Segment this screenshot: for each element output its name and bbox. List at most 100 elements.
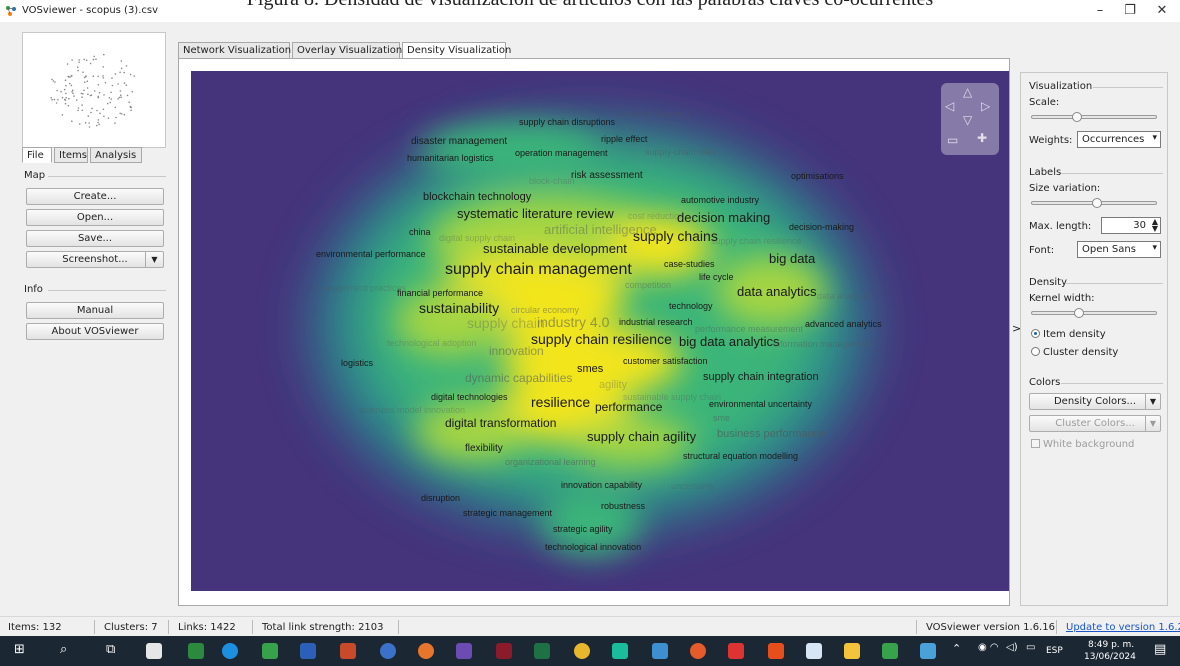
app-icon[interactable] xyxy=(652,643,668,659)
keyword-label[interactable]: disaster management xyxy=(411,137,507,147)
keyword-label[interactable]: automotive industry xyxy=(681,196,759,205)
language-indicator[interactable]: ESP xyxy=(1046,646,1063,656)
keyword-label[interactable]: environmental uncertainty xyxy=(709,400,812,409)
keyword-label[interactable]: financial performance xyxy=(397,289,483,298)
keyword-label[interactable]: data analytics xyxy=(737,285,817,298)
keyword-label[interactable]: ripple effect xyxy=(601,135,647,144)
word-icon[interactable] xyxy=(300,643,316,659)
tab-analysis[interactable]: Analysis xyxy=(90,147,142,163)
about-button[interactable]: About VOSviewer xyxy=(26,323,164,340)
vosviewer-taskbar-icon[interactable] xyxy=(262,643,278,659)
keyword-label[interactable]: strategic management xyxy=(463,509,552,518)
keyword-label[interactable]: supply chains xyxy=(633,229,718,243)
keyword-label[interactable]: optimisations xyxy=(791,172,844,181)
keyword-label[interactable]: business model innovation xyxy=(359,406,465,415)
clock-time[interactable]: 8:49 p. m. xyxy=(1088,640,1134,650)
keyword-label[interactable]: innovation capability xyxy=(561,481,642,490)
overview-thumbnail[interactable] xyxy=(22,32,166,148)
keyword-label[interactable]: supply chain resilience xyxy=(711,237,802,246)
keyword-label[interactable]: logistics xyxy=(341,359,373,368)
screenshot-button[interactable]: Screenshot... ▼ xyxy=(26,251,164,268)
keyword-label[interactable]: management practices xyxy=(315,284,406,293)
keyword-label[interactable]: blockchain technology xyxy=(423,192,531,203)
keyword-label[interactable]: big data xyxy=(769,252,815,265)
keyword-label[interactable]: machine learning xyxy=(621,110,690,119)
density-colors-button[interactable]: Density Colors... ▼ xyxy=(1029,393,1161,410)
app-icon[interactable] xyxy=(690,643,706,659)
pan-left-icon[interactable]: ◁ xyxy=(945,99,954,113)
keyword-label[interactable]: information management xyxy=(773,340,873,349)
brave-icon[interactable] xyxy=(768,643,784,659)
keyword-label[interactable]: supply chain management xyxy=(445,262,632,278)
pan-right-icon[interactable]: ▷ xyxy=(981,99,990,113)
tab-network-visualization[interactable]: Network Visualization xyxy=(178,42,291,59)
max-length-spinner[interactable]: 30 ▲ ▼ xyxy=(1101,217,1161,234)
font-select[interactable]: Open Sans ▾ xyxy=(1077,241,1161,258)
keyword-label[interactable]: technological innovation xyxy=(545,543,641,552)
app-icon[interactable] xyxy=(612,643,628,659)
firefox-icon[interactable] xyxy=(418,643,434,659)
keyword-label[interactable]: block-chain xyxy=(529,177,575,186)
tab-density-visualization[interactable]: Density Visualization xyxy=(402,42,511,59)
slider-knob[interactable] xyxy=(1072,112,1082,122)
notifications-icon[interactable]: ▤ xyxy=(1154,642,1166,657)
keyword-label[interactable]: case-studies xyxy=(664,260,715,269)
battery-icon[interactable]: ▭ xyxy=(1026,642,1035,653)
keyword-label[interactable]: supply chain agility xyxy=(587,430,696,443)
keyword-label[interactable]: advanced analytics xyxy=(805,320,882,329)
tray-chevron-icon[interactable]: ⌃ xyxy=(952,642,961,655)
spinner-arrows-icon[interactable]: ▲ ▼ xyxy=(1152,218,1158,233)
density-map[interactable]: supply chain disruptions machine learning… xyxy=(191,71,1009,591)
keyword-label[interactable]: technology xyxy=(669,302,713,311)
keyword-label[interactable]: sustainability xyxy=(419,301,499,315)
keyword-label[interactable]: risk assessment xyxy=(571,171,643,181)
keyword-label[interactable]: technological adoption xyxy=(387,339,477,348)
keyword-label[interactable]: big data analytics xyxy=(679,335,779,348)
update-link[interactable]: Update to version 1.6.20 xyxy=(1066,622,1180,633)
app-icon[interactable] xyxy=(728,643,744,659)
chevron-down-icon[interactable]: ▼ xyxy=(145,252,163,267)
tab-items[interactable]: Items xyxy=(54,147,88,163)
scale-slider[interactable] xyxy=(1031,112,1157,122)
windows-start-icon[interactable]: ⊞ xyxy=(14,642,25,657)
keyword-label[interactable]: supply chain resilience xyxy=(531,332,672,346)
keyword-label[interactable]: supply chain integration xyxy=(703,372,819,383)
save-button[interactable]: Save... xyxy=(26,230,164,247)
slider-knob[interactable] xyxy=(1074,308,1084,318)
slider-knob[interactable] xyxy=(1092,198,1102,208)
keyword-label[interactable]: industry 4.0 xyxy=(537,315,609,329)
keyword-label[interactable]: digital transformation xyxy=(445,417,556,429)
size-variation-slider[interactable] xyxy=(1031,198,1157,208)
keyword-label[interactable]: smes xyxy=(577,364,603,375)
keyword-label[interactable]: competition xyxy=(625,281,671,290)
manual-button[interactable]: Manual xyxy=(26,302,164,319)
pan-up-icon[interactable]: △ xyxy=(963,85,972,99)
keyword-label[interactable]: resilience xyxy=(531,395,590,409)
wifi-icon[interactable]: ◉ ◠ xyxy=(978,642,999,653)
edge-icon[interactable] xyxy=(222,643,238,659)
keyword-label[interactable]: supply-chain risks xyxy=(645,148,717,157)
keyword-label[interactable]: supply chain xyxy=(467,316,545,330)
vosviewer-taskbar-icon[interactable] xyxy=(882,643,898,659)
keyword-label[interactable]: organizational learning xyxy=(505,458,596,467)
keyword-label[interactable]: uncertainty xyxy=(671,482,715,491)
clock-date[interactable]: 13/06/2024 xyxy=(1084,652,1136,662)
keyword-label[interactable]: digital technologies xyxy=(431,393,508,402)
keyword-label[interactable]: dynamic capabilities xyxy=(465,372,572,384)
zoom-out-icon[interactable]: ▭ xyxy=(947,133,958,147)
app-icon[interactable] xyxy=(806,643,822,659)
powerpoint-icon[interactable] xyxy=(340,643,356,659)
app-icon[interactable] xyxy=(496,643,512,659)
tab-file[interactable]: File xyxy=(22,147,52,163)
r-icon[interactable] xyxy=(380,643,396,659)
keyword-label[interactable]: operation management xyxy=(515,149,608,158)
keyword-label[interactable]: disruption xyxy=(421,494,460,503)
search-icon[interactable]: ⌕ xyxy=(60,642,67,657)
tab-overlay-visualization[interactable]: Overlay Visualization xyxy=(292,42,402,59)
app-icon[interactable] xyxy=(920,643,936,659)
app-icon[interactable] xyxy=(146,643,162,659)
keyword-label[interactable]: sme xyxy=(713,414,730,423)
keyword-label[interactable]: performance measurement xyxy=(695,325,803,334)
keyword-label[interactable]: systematic literature review xyxy=(457,207,614,220)
keyword-label[interactable]: structural equation modelling xyxy=(683,452,798,461)
